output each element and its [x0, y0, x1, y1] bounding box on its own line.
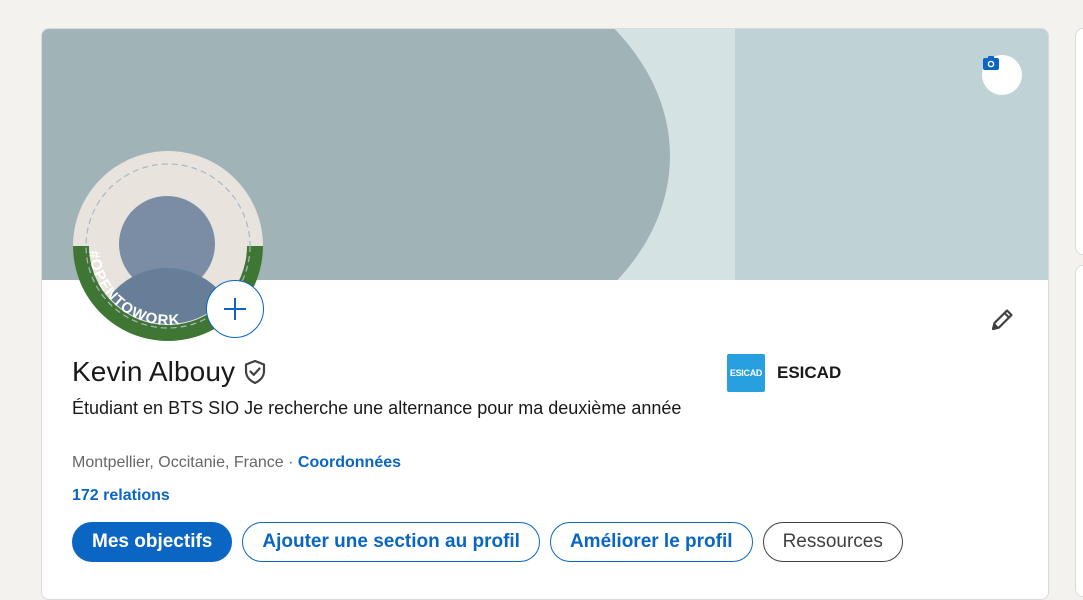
- pencil-icon: [991, 309, 1013, 331]
- side-card-top: [1075, 28, 1083, 255]
- profile-name-row: Kevin Albouy: [72, 356, 268, 388]
- profile-headline: Étudiant en BTS SIO Je recherche une alt…: [72, 398, 682, 418]
- edit-banner-button[interactable]: [982, 55, 1022, 95]
- school-logo-text: ESICAD: [729, 368, 763, 378]
- profile-name: Kevin Albouy: [72, 356, 236, 387]
- resources-button[interactable]: Ressources: [762, 522, 903, 562]
- edit-intro-button[interactable]: [985, 303, 1019, 337]
- location-row: Montpellier, Occitanie, France · Coordon…: [72, 454, 401, 472]
- side-card-bottom: [1075, 265, 1083, 597]
- camera-icon: [983, 56, 999, 70]
- profile-location: Montpellier, Occitanie, France: [72, 454, 284, 471]
- plus-icon: [224, 298, 246, 320]
- location-separator: ·: [288, 454, 294, 471]
- add-section-button[interactable]: Ajouter une section au profil: [242, 522, 540, 562]
- school-name: ESICAD: [777, 363, 842, 382]
- verified-badge[interactable]: [242, 359, 268, 385]
- profile-actions: Mes objectifs Ajouter une section au pro…: [72, 522, 903, 562]
- improve-profile-button[interactable]: Améliorer le profil: [549, 522, 753, 562]
- connections-link[interactable]: 172 relations: [72, 487, 170, 505]
- shield-check-icon: [244, 359, 266, 385]
- school-entry[interactable]: ESICAD ESICAD: [727, 354, 841, 392]
- add-photo-button[interactable]: [206, 280, 264, 338]
- contact-info-link[interactable]: Coordonnées: [298, 454, 401, 471]
- school-logo: ESICAD: [727, 354, 765, 392]
- goals-button[interactable]: Mes objectifs: [72, 522, 233, 562]
